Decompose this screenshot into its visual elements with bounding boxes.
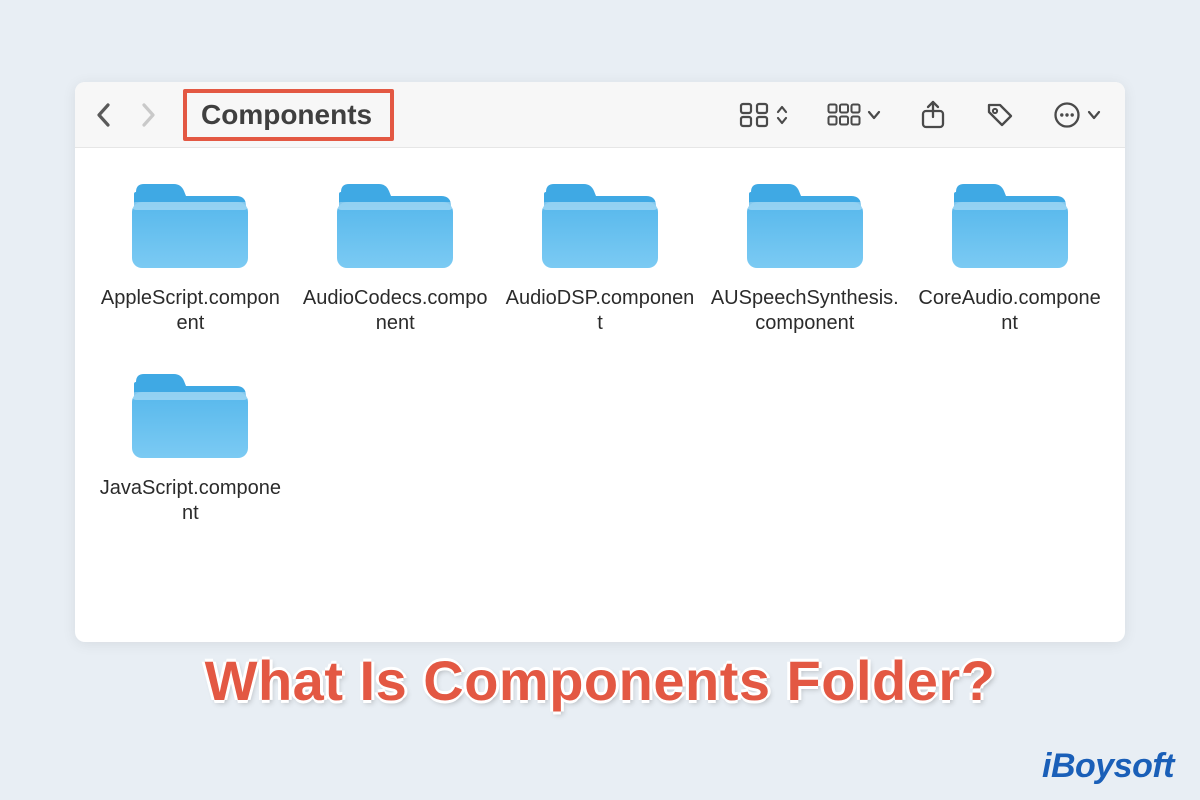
brand-logo: iBoysoft: [1042, 747, 1174, 786]
folder-label: AudioCodecs.component: [300, 286, 490, 336]
folder-icon: [536, 176, 664, 276]
folder-label: AUSpeechSynthesis.component: [710, 286, 900, 336]
tags-button[interactable]: [985, 101, 1015, 129]
folder-icon: [126, 366, 254, 466]
folder-icon: [126, 176, 254, 276]
folder-icon: [331, 176, 459, 276]
forward-button[interactable]: [137, 104, 159, 126]
ellipsis-circle-icon: [1053, 101, 1081, 129]
chevron-down-icon: [867, 108, 881, 122]
folder-label: CoreAudio.component: [915, 286, 1105, 336]
group-grid-icon: [827, 103, 861, 127]
folder-item[interactable]: JavaScript.component: [93, 366, 288, 526]
folder-icon: [946, 176, 1074, 276]
finder-window: Components: [75, 82, 1125, 642]
view-mode-button[interactable]: [739, 102, 789, 128]
more-actions-button[interactable]: [1053, 101, 1101, 129]
toolbar-right: [739, 100, 1101, 130]
folder-item[interactable]: AudioCodecs.component: [298, 176, 493, 336]
icon-grid: AppleScript.component AudioCodecs.compon…: [93, 176, 1107, 526]
folder-item[interactable]: AudioDSP.component: [503, 176, 698, 336]
chevron-right-icon: [139, 102, 157, 128]
folder-label: AudioDSP.component: [505, 286, 695, 336]
headline-text: What Is Components Folder?: [0, 648, 1200, 713]
tag-icon: [985, 101, 1015, 129]
back-button[interactable]: [93, 104, 115, 126]
chevron-down-icon: [1087, 108, 1101, 122]
share-button[interactable]: [919, 100, 947, 130]
up-down-chevron-icon: [775, 104, 789, 126]
folder-item[interactable]: AUSpeechSynthesis.component: [707, 176, 902, 336]
toolbar: Components: [75, 82, 1125, 148]
folder-label: JavaScript.component: [95, 476, 285, 526]
grid-icon: [739, 102, 769, 128]
group-by-button[interactable]: [827, 103, 881, 127]
folder-item[interactable]: CoreAudio.component: [912, 176, 1107, 336]
nav-buttons: [93, 104, 159, 126]
folder-icon: [741, 176, 869, 276]
share-icon: [919, 100, 947, 130]
folder-content: AppleScript.component AudioCodecs.compon…: [75, 148, 1125, 642]
folder-label: AppleScript.component: [95, 286, 285, 336]
chevron-left-icon: [95, 102, 113, 128]
folder-item[interactable]: AppleScript.component: [93, 176, 288, 336]
window-title: Components: [183, 89, 394, 141]
